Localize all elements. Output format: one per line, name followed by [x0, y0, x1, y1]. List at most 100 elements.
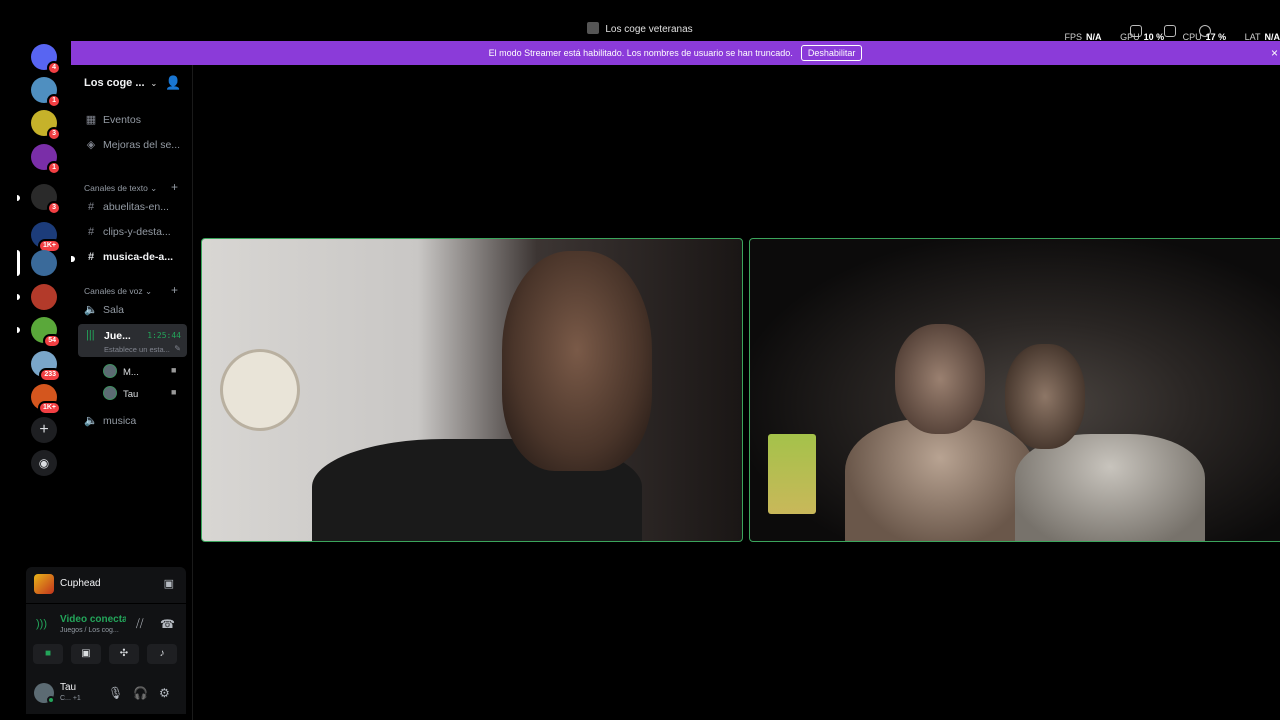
participant-video [1015, 434, 1205, 541]
speaker-icon: 🔈 [84, 415, 98, 427]
chevron-down-icon: ⌄ [150, 79, 158, 88]
channel-abuelitas[interactable]: # abuelitas-en... [84, 201, 169, 213]
server-icon[interactable]: 233 [31, 351, 61, 382]
avatar [103, 386, 117, 400]
screen-share-button[interactable]: ▣ [71, 644, 101, 664]
sidebar-item-boosts[interactable]: ◈ Mejoras del se... [84, 138, 180, 151]
server-icon[interactable]: 1 [31, 144, 61, 175]
noise-suppression-icon[interactable]: ⧸⧸ [136, 618, 143, 631]
active-voice-channel[interactable]: ||| Jue... 1:25:44 Establece un esta... … [78, 324, 187, 357]
mention-badge: 3 [47, 201, 61, 215]
soundboard-icon: ♪ [159, 648, 165, 659]
chevron-down-icon: ⌄ [150, 183, 158, 193]
avatar [103, 364, 117, 378]
online-status-icon [47, 696, 55, 704]
mention-badge: 233 [39, 368, 61, 382]
soundboard-button[interactable]: ♪ [147, 644, 177, 664]
server-icon[interactable]: 3 [31, 184, 61, 215]
headphones-icon[interactable]: 🎧 [133, 686, 148, 700]
voice-member[interactable]: Tau [103, 386, 138, 400]
wall-plate [220, 349, 300, 431]
mention-badge: 1 [47, 161, 61, 175]
camera-button[interactable]: ■ [33, 644, 63, 664]
voice-member[interactable]: M... [103, 364, 139, 378]
server-icon[interactable]: 1 [31, 77, 61, 108]
camera-icon: ■ [44, 648, 52, 659]
hash-icon: # [87, 226, 95, 238]
game-icon [34, 574, 54, 594]
video-camera-icon: ■ [171, 365, 177, 375]
close-icon[interactable]: × [1271, 46, 1278, 60]
participant-video [502, 251, 652, 471]
disable-streamer-button[interactable]: Deshabilitar [800, 45, 863, 61]
video-camera-icon: ■ [171, 387, 177, 397]
video-tile[interactable] [201, 238, 743, 542]
boost-icon: ◈ [86, 139, 96, 151]
stream-game-icon[interactable]: ▣ [164, 577, 174, 590]
hash-icon: # [87, 201, 95, 213]
calendar-icon: ▦ [85, 114, 97, 126]
voice-status[interactable]: Video conectado [60, 614, 126, 625]
disconnect-icon[interactable]: ☎ [160, 617, 175, 631]
activities-button[interactable]: ✣ [109, 644, 139, 664]
activities-icon: ✣ [119, 648, 129, 659]
screen-share-icon: ▣ [81, 648, 91, 659]
plus-icon: + [39, 421, 49, 438]
username[interactable]: Tau [60, 682, 76, 693]
participant-video [895, 324, 985, 434]
streamer-mode-banner: El modo Streamer está habilitado. Los no… [71, 41, 1280, 65]
channel-status: Establece un esta... [104, 345, 170, 354]
hash-icon: # [87, 251, 95, 263]
create-text-channel-icon[interactable]: + [171, 180, 178, 194]
edit-icon[interactable]: ✎ [174, 344, 181, 353]
compass-icon: ◉ [38, 456, 50, 470]
video-tile[interactable] [749, 238, 1280, 542]
call-timer: 1:25:44 [147, 331, 181, 340]
game-name: Cuphead [60, 578, 101, 589]
mention-badge: 1 [47, 94, 61, 108]
sidebar-item-events[interactable]: ▦ Eventos [84, 113, 141, 126]
voice-connection-panel: ))) Video conectado Juegos / Los cog... … [26, 604, 186, 674]
channel-musica-de[interactable]: # musica-de-a... [84, 251, 173, 263]
voice-location[interactable]: Juegos / Los cog... [60, 627, 119, 634]
channel-unread-dot [71, 256, 75, 262]
channel-clips[interactable]: # clips-y-desta... [84, 226, 171, 238]
user-panel: Tau C... +1 🎙 🎧 ⚙ [26, 674, 186, 714]
background-object [768, 434, 816, 514]
server-icon [587, 22, 600, 34]
mention-badge: 1K+ [37, 401, 61, 415]
game-activity-panel: Cuphead ▣ [26, 567, 186, 603]
voice-channel-sala[interactable]: 🔈 Sala [84, 303, 124, 316]
gear-icon[interactable]: ⚙ [159, 686, 170, 700]
activity-icon: ||| [86, 329, 95, 341]
server-icon[interactable] [31, 250, 57, 276]
voice-channel-name: Jue... [104, 330, 131, 342]
category-text-channels[interactable]: Canales de texto ⌄ [84, 183, 157, 194]
voice-channel-musica[interactable]: 🔈 musica [84, 414, 136, 427]
server-icon[interactable] [31, 284, 57, 310]
chevron-down-icon: ⌄ [144, 286, 153, 296]
title-bar: Los coge veteranas FPS N/A GPU 10 % CPU 17 … [0, 0, 1280, 42]
server-icon[interactable]: 1K+ [31, 222, 61, 253]
create-voice-channel-icon[interactable]: + [171, 283, 178, 297]
mention-badge: 3 [47, 127, 61, 141]
guild-header[interactable]: Los coge ... ⌄ [84, 77, 157, 89]
mention-badge: 54 [43, 334, 61, 348]
server-icon[interactable]: 1K+ [31, 384, 61, 415]
participant-video [845, 419, 1035, 541]
guild-name: Los coge ... [84, 77, 145, 89]
banner-text: El modo Streamer está habilitado. Los no… [488, 48, 793, 58]
server-icon[interactable]: 3 [31, 110, 61, 141]
participant-video [1005, 344, 1085, 449]
connection-signal-icon: ))) [36, 618, 47, 630]
speaker-icon: 🔈 [84, 304, 98, 316]
server-icon[interactable]: 54 [31, 317, 61, 348]
server-icon[interactable]: 4 [31, 44, 61, 75]
invite-people-icon[interactable]: 👤 [165, 75, 181, 91]
microphone-icon[interactable]: 🎙 [108, 686, 123, 700]
explore-button[interactable]: ◉ [31, 450, 57, 476]
user-status: C... +1 [60, 695, 81, 702]
category-voice-channels[interactable]: Canales de voz ⌄ [84, 286, 152, 297]
mention-badge: 4 [47, 61, 61, 75]
add-server-button[interactable]: + [31, 417, 57, 443]
